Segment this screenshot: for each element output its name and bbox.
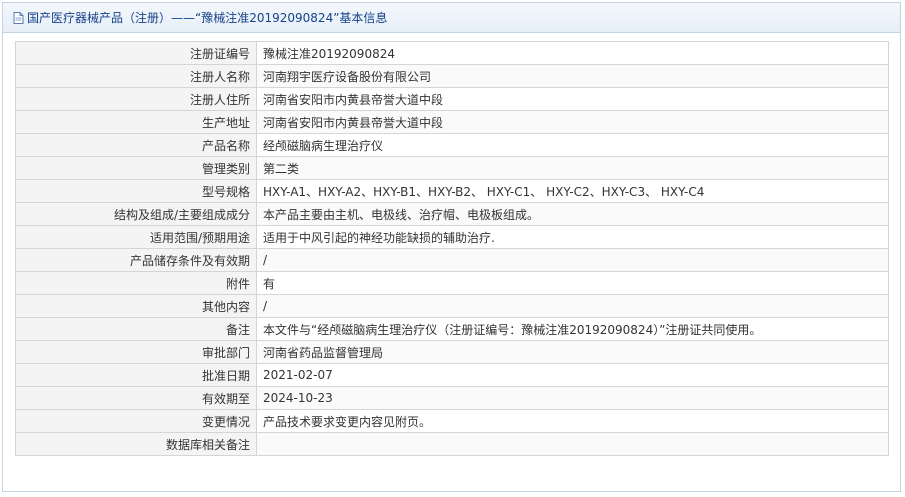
field-label: 生产地址 [15,110,257,134]
field-label: 产品储存条件及有效期 [15,248,257,272]
field-value: 豫械注准20192090824 [256,41,889,65]
field-label: 有效期至 [15,386,257,410]
table-row: 产品名称 经颅磁脑病生理治疗仪 [15,133,889,157]
table-row: 审批部门 河南省药品监督管理局 [15,340,889,364]
field-label: 变更情况 [15,409,257,433]
info-table-container: 注册证编号 豫械注准20192090824 注册人名称 河南翔宇医疗设备股份有限公司注… [15,41,891,456]
field-label: 审批部门 [15,340,257,364]
panel-header: 国产医疗器械产品（注册）——“豫械注准20192090824”基本信息 [3,3,900,33]
detail-panel: 国产医疗器械产品（注册）——“豫械注准20192090824”基本信息 注册证编… [2,2,901,492]
document-icon [13,11,24,24]
table-row: 注册证编号 豫械注准20192090824 [15,41,889,65]
field-value: 河南翔宇医疗设备股份有限公司 [256,64,889,88]
table-row: 其他内容 / [15,294,889,318]
table-row: 注册人住所 河南省安阳市内黄县帝誉大道中段 [15,87,889,111]
field-label: 适用范围/预期用途 [15,225,257,249]
table-row: 变更情况 产品技术要求变更内容见附页。 [15,409,889,433]
table-row: 附件有 [15,271,889,295]
field-value: 河南省安阳市内黄县帝誉大道中段 [256,110,889,134]
table-row: 有效期至 2024-10-23 [15,386,889,410]
field-label: 注册人名称 [15,64,257,88]
field-label: 结构及组成/主要组成成分 [15,202,257,226]
field-label: 其他内容 [15,294,257,318]
field-label: 备注 [15,317,257,341]
info-table: 注册证编号 豫械注准20192090824 注册人名称 河南翔宇医疗设备股份有限公司注… [15,41,889,456]
field-value: 本文件与“经颅磁脑病生理治疗仪（注册证编号：豫械注准20192090824）”注… [256,317,889,341]
table-row: 备注 本文件与“经颅磁脑病生理治疗仪（注册证编号：豫械注准20192090824）… [15,317,889,341]
field-label: 批准日期 [15,363,257,387]
table-row: 管理类别 第二类 [15,156,889,180]
field-value: 2021-02-07 [256,363,889,387]
field-label: 型号规格 [15,179,257,203]
field-value: 有 [256,271,889,295]
field-value: / [256,248,889,272]
field-label: 注册人住所 [15,87,257,111]
table-row: 生产地址 河南省安阳市内黄县帝誉大道中段 [15,110,889,134]
field-value: 2024-10-23 [256,386,889,410]
table-row: 产品储存条件及有效期 / [15,248,889,272]
field-value: / [256,294,889,318]
table-row: 结构及组成/主要组成成分 本产品主要由主机、电极线、治疗帽、电极板组成。 [15,202,889,226]
field-value: 适用于中风引起的神经功能缺损的辅助治疗. [256,225,889,249]
field-label: 附件 [15,271,257,295]
field-label: 注册证编号 [15,41,257,65]
panel-title: 国产医疗器械产品（注册）——“豫械注准20192090824”基本信息 [27,11,388,25]
field-label: 数据库相关备注 [15,432,257,456]
field-label: 产品名称 [15,133,257,157]
table-row: 适用范围/预期用途 适用于中风引起的神经功能缺损的辅助治疗. [15,225,889,249]
field-value [256,432,889,456]
table-row: 型号规格 HXY-A1、HXY-A2、HXY-B1、HXY-B2、 HXY-C1、… [15,179,889,203]
field-value: 本产品主要由主机、电极线、治疗帽、电极板组成。 [256,202,889,226]
field-value: 第二类 [256,156,889,180]
field-value: 经颅磁脑病生理治疗仪 [256,133,889,157]
field-value: 产品技术要求变更内容见附页。 [256,409,889,433]
field-value: 河南省安阳市内黄县帝誉大道中段 [256,87,889,111]
field-label: 管理类别 [15,156,257,180]
table-row: 注册人名称 河南翔宇医疗设备股份有限公司 [15,64,889,88]
table-row: 数据库相关备注 [15,432,889,456]
table-row: 批准日期 2021-02-07 [15,363,889,387]
field-value: 河南省药品监督管理局 [256,340,889,364]
field-value: HXY-A1、HXY-A2、HXY-B1、HXY-B2、 HXY-C1、 HXY… [256,179,889,203]
